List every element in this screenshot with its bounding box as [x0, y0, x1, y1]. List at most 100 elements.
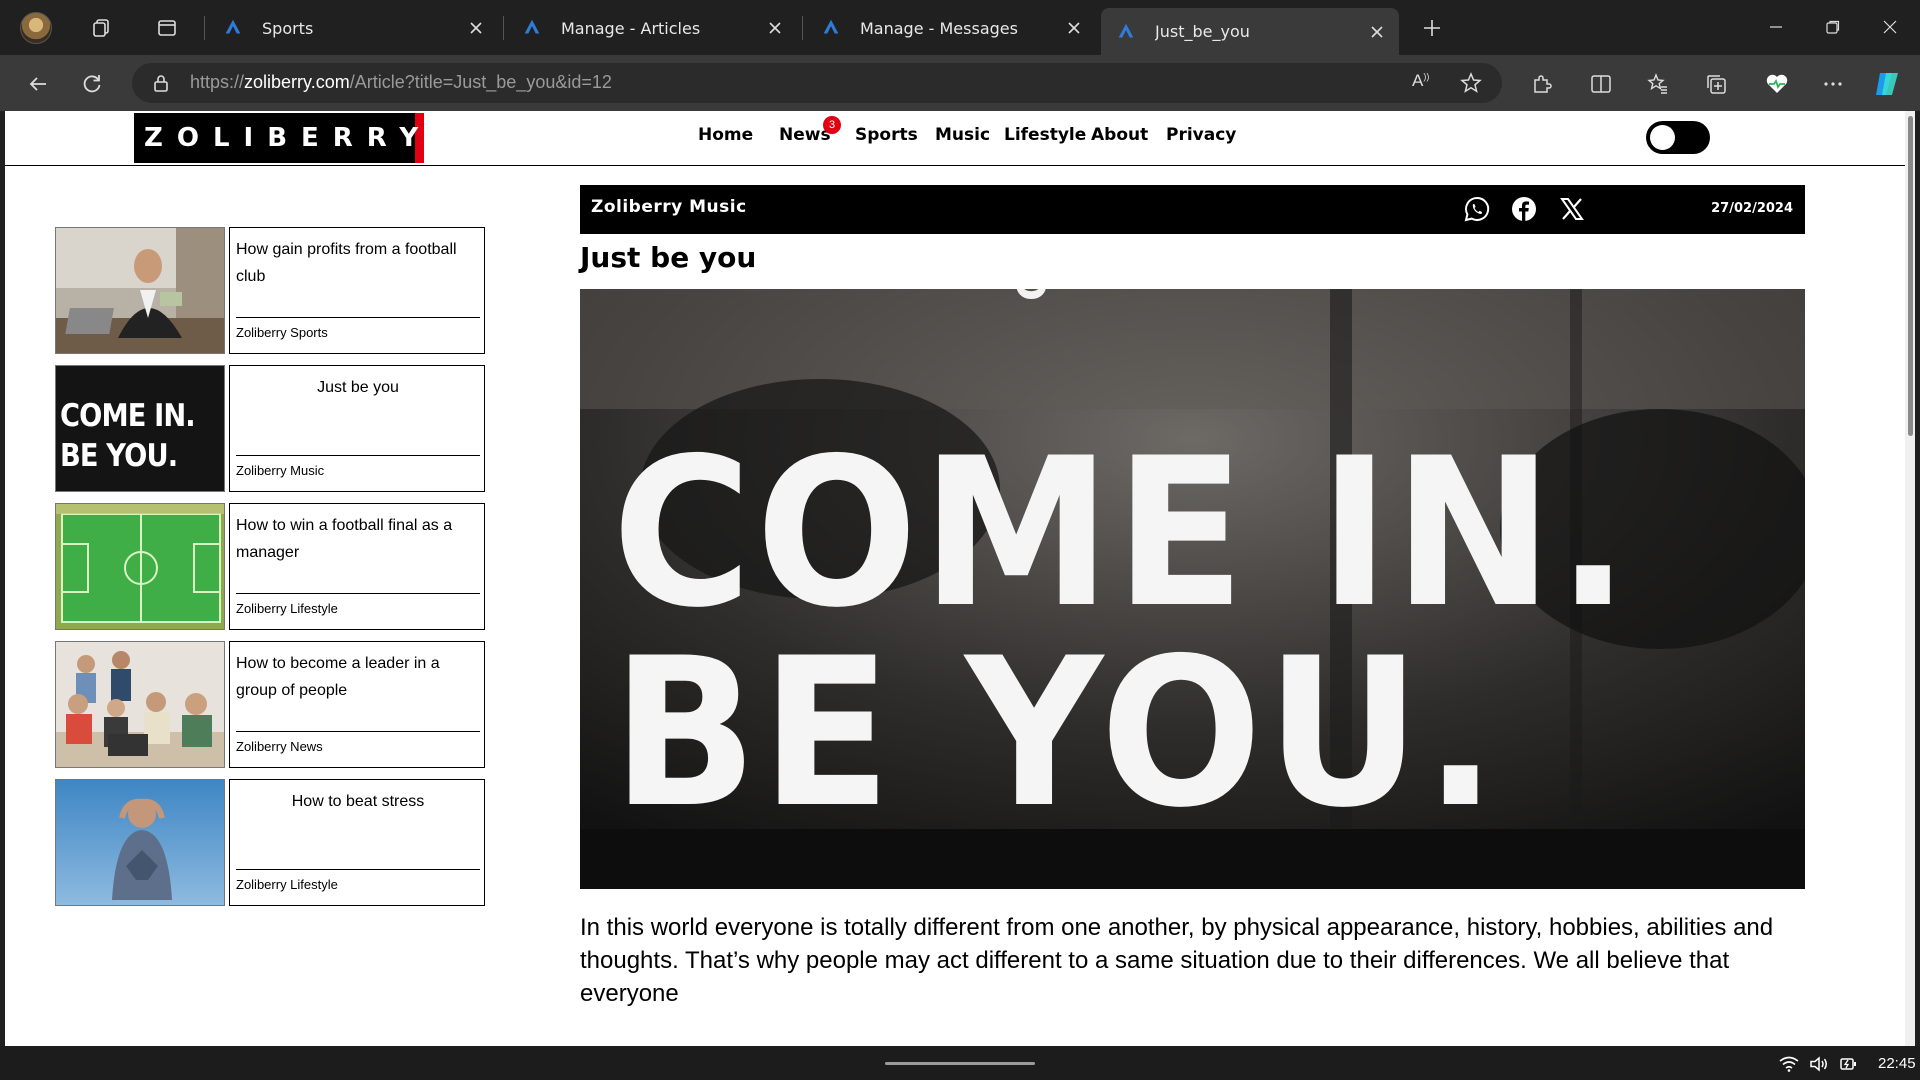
card-title[interactable]: How to win a football final as a manager — [236, 512, 480, 566]
whatsapp-icon[interactable] — [1462, 194, 1492, 224]
article-hero-image: Co COME IN. BE YOU. — [580, 289, 1805, 889]
article-thumbnail[interactable] — [55, 503, 225, 630]
read-aloud-label: A — [1412, 71, 1424, 90]
minimize-button[interactable] — [1756, 8, 1796, 46]
page-scrollbar[interactable] — [1905, 111, 1915, 1046]
close-icon[interactable] — [1363, 18, 1391, 46]
article-thumbnail[interactable] — [55, 641, 225, 768]
new-tab-button[interactable] — [1416, 12, 1448, 44]
theme-toggle[interactable] — [1646, 121, 1710, 154]
more-icon — [1824, 82, 1842, 86]
article-thumbnail[interactable] — [55, 779, 225, 906]
nav-privacy[interactable]: Privacy — [1166, 125, 1236, 145]
tab-title: Manage - Articles — [561, 18, 701, 38]
thumb-text-line1: COME IN. — [60, 398, 196, 434]
tab-manage-articles[interactable]: Manage - Articles — [507, 8, 797, 48]
nav-home[interactable]: Home — [698, 125, 753, 145]
scrollbar-thumb[interactable] — [1908, 116, 1913, 436]
tab-title: Manage - Messages — [860, 18, 1018, 38]
hero-partial-text: Co — [1010, 289, 1056, 301]
card-title[interactable]: How to beat stress — [236, 788, 480, 815]
collections-button[interactable] — [1699, 67, 1733, 101]
lock-icon[interactable] — [152, 73, 170, 93]
url-text[interactable]: https://zoliberry.com/Article?title=Just… — [190, 72, 612, 93]
nav-about[interactable]: About — [1091, 125, 1148, 145]
browser-essentials-icon — [1766, 74, 1788, 93]
thumb-text-line2: BE YOU. — [60, 438, 178, 474]
facebook-icon[interactable] — [1509, 194, 1539, 224]
tab-just-be-you[interactable]: Just_be_you — [1101, 8, 1399, 55]
sidebar-article-card[interactable]: How to win a football final as a manager… — [55, 503, 485, 630]
address-bar[interactable]: https://zoliberry.com/Article?title=Just… — [132, 63, 1502, 103]
url-domain: zoliberry.com — [244, 72, 350, 92]
tab-manage-messages[interactable]: Manage - Messages — [806, 8, 1096, 48]
card-category: Zoliberry Sports — [236, 325, 328, 340]
battery-icon[interactable] — [1838, 1054, 1860, 1074]
article-thumbnail[interactable]: COME IN. BE YOU. — [55, 365, 225, 492]
gesture-handle[interactable] — [885, 1062, 1035, 1065]
card-body: How to win a football final as a manager… — [229, 503, 485, 630]
card-title[interactable]: How to become a leader in a group of peo… — [236, 650, 480, 704]
profile-icon[interactable] — [20, 12, 52, 44]
tab-sports[interactable]: Sports — [208, 8, 498, 48]
card-title[interactable]: How gain profits from a football club — [236, 236, 480, 290]
site-favicon-icon — [1118, 23, 1134, 37]
hero-text-line1: COME IN. — [612, 415, 1633, 653]
extensions-button[interactable] — [1525, 67, 1559, 101]
site-header: ZOLIBERRY Home News 3 Sports Music Lifes… — [5, 111, 1905, 166]
back-button[interactable] — [21, 67, 55, 101]
refresh-icon — [83, 75, 101, 93]
card-category: Zoliberry Lifestyle — [236, 877, 338, 892]
read-aloud-icon[interactable]: A)) — [1412, 71, 1438, 95]
restore-button[interactable] — [1813, 8, 1853, 46]
split-screen-button[interactable] — [1584, 67, 1618, 101]
article-thumbnail[interactable] — [55, 227, 225, 354]
nav-lifestyle[interactable]: Lifestyle — [1004, 125, 1086, 145]
wifi-icon[interactable] — [1778, 1054, 1800, 1074]
sidebar-article-card[interactable]: How gain profits from a football club Zo… — [55, 227, 485, 354]
close-icon — [1883, 20, 1897, 34]
sidebar-article-card[interactable]: COME IN. BE YOU. Just be you Zoliberry M… — [55, 365, 485, 492]
browser-essentials-button[interactable] — [1760, 67, 1794, 101]
volume-icon[interactable] — [1808, 1054, 1830, 1074]
tab-actions-icon[interactable] — [151, 12, 183, 44]
nav-music[interactable]: Music — [935, 125, 990, 145]
divider — [236, 731, 480, 732]
card-title[interactable]: Just be you — [236, 374, 480, 401]
close-icon[interactable] — [1060, 14, 1088, 42]
divider — [236, 455, 480, 456]
copilot-button[interactable] — [1870, 67, 1904, 101]
hero-partial-word: Co — [1010, 289, 1056, 301]
toggle-knob — [1650, 125, 1675, 150]
tab-title: Sports — [262, 18, 314, 38]
close-window-button[interactable] — [1870, 8, 1910, 46]
back-icon — [29, 77, 46, 91]
article-header-bar: Zoliberry Music 27/02/2024 — [580, 185, 1805, 234]
close-icon[interactable] — [462, 14, 490, 42]
url-path: /Article?title=Just_be_you&id=12 — [349, 72, 612, 92]
card-body: How to beat stress Zoliberry Lifestyle — [229, 779, 485, 906]
favorite-star-icon[interactable] — [1460, 72, 1482, 94]
divider — [236, 869, 480, 870]
card-body: Just be you Zoliberry Music — [229, 365, 485, 492]
sidebar-article-card[interactable]: How to become a leader in a group of peo… — [55, 641, 485, 768]
more-button[interactable] — [1816, 67, 1850, 101]
x-icon[interactable] — [1557, 194, 1587, 224]
copilot-icon — [1876, 73, 1898, 95]
plus-icon — [1424, 20, 1440, 36]
divider — [236, 317, 480, 318]
workspaces-icon[interactable] — [86, 12, 118, 44]
sidebar-article-card[interactable]: How to beat stress Zoliberry Lifestyle — [55, 779, 485, 906]
site-logo[interactable]: ZOLIBERRY — [134, 113, 424, 163]
clock[interactable]: 22:45 — [1878, 1055, 1916, 1072]
url-scheme: https:// — [190, 72, 245, 92]
card-body: How gain profits from a football club Zo… — [229, 227, 485, 354]
nav-sports[interactable]: Sports — [855, 125, 918, 145]
close-icon[interactable] — [761, 14, 789, 42]
favorites-button[interactable] — [1641, 67, 1675, 101]
refresh-button[interactable] — [75, 67, 109, 101]
favorites-icon — [1647, 73, 1667, 94]
article-body: In this world everyone is totally differ… — [580, 914, 1774, 1007]
card-body: How to become a leader in a group of peo… — [229, 641, 485, 768]
card-category: Zoliberry News — [236, 739, 323, 754]
